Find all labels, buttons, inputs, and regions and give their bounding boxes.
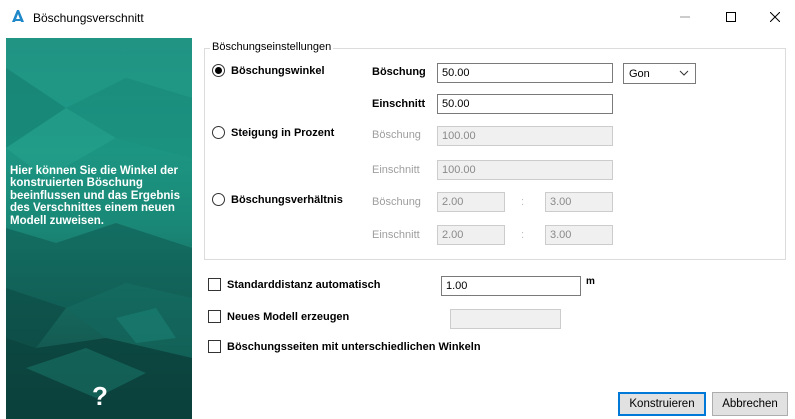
checkbox-label: Neues Modell erzeugen <box>227 310 350 323</box>
autodesk-a-logo-icon <box>12 10 24 22</box>
prozent-boeschung-input[interactable]: 100.00 <box>437 126 613 146</box>
checkbox-boeschungsseiten[interactable]: Böschungsseiten mit unterschiedlichen Wi… <box>208 340 481 353</box>
ratio-separator: : <box>521 229 525 241</box>
radio-button[interactable] <box>212 126 225 139</box>
boeschung-label: Böschung <box>372 66 426 78</box>
verhaeltnis-einschnitt-a-input[interactable]: 2.00 <box>437 225 505 245</box>
einschnitt-label: Einschnitt <box>372 164 420 176</box>
verhaeltnis-boeschung-b-input[interactable]: 3.00 <box>545 192 613 212</box>
chevron-down-icon <box>679 70 689 76</box>
sidebar-help-text: Hier können Sie die Winkel der konstruie… <box>10 165 180 227</box>
standarddistanz-input[interactable]: 1.00 <box>441 276 581 296</box>
radio-boeschungsverhaeltnis[interactable]: Böschungsverhältnis <box>212 193 343 206</box>
maximize-button[interactable] <box>708 0 754 34</box>
radio-button[interactable] <box>212 193 225 206</box>
settings-legend: Böschungseinstellungen <box>210 41 334 53</box>
boeschung-label: Böschung <box>372 129 421 141</box>
maximize-icon <box>726 12 736 22</box>
boeschung-label: Böschung <box>372 196 421 208</box>
checkbox[interactable] <box>208 340 221 353</box>
neues-modell-name-input[interactable] <box>450 309 561 329</box>
unit-meter-label: m <box>586 276 595 287</box>
einschnitt-label: Einschnitt <box>372 229 420 241</box>
konstruieren-button[interactable]: Konstruieren <box>618 392 706 416</box>
window-title: Böschungsverschnitt <box>33 11 144 25</box>
close-icon <box>770 12 780 22</box>
sidebar-image-panel: Hier können Sie die Winkel der konstruie… <box>6 38 192 419</box>
radio-label: Böschungsverhältnis <box>231 193 343 206</box>
minimize-icon <box>680 16 690 18</box>
verhaeltnis-boeschung-a-input[interactable]: 2.00 <box>437 192 505 212</box>
radio-button[interactable] <box>212 64 225 77</box>
checkbox[interactable] <box>208 310 221 323</box>
ratio-separator: : <box>521 196 525 208</box>
terrain-illustration <box>6 38 192 419</box>
radio-steigung-prozent[interactable]: Steigung in Prozent <box>212 126 334 139</box>
winkel-einschnitt-input[interactable]: 50.00 <box>437 94 613 114</box>
checkbox-label: Standarddistanz automatisch <box>227 278 381 291</box>
winkel-boeschung-input[interactable]: 50.00 <box>437 63 613 83</box>
radio-selected-dot <box>215 67 222 74</box>
einschnitt-label: Einschnitt <box>372 98 426 110</box>
close-button[interactable] <box>752 0 795 34</box>
checkbox-label: Böschungsseiten mit unterschiedlichen Wi… <box>227 340 481 353</box>
radio-label: Steigung in Prozent <box>231 126 335 139</box>
checkbox-neues-modell[interactable]: Neues Modell erzeugen <box>208 310 349 323</box>
prozent-einschnitt-input[interactable]: 100.00 <box>437 160 613 180</box>
title-bar: Böschungsverschnitt <box>0 0 795 34</box>
checkbox[interactable] <box>208 278 221 291</box>
abbrechen-button[interactable]: Abbrechen <box>712 392 788 416</box>
radio-boeschungswinkel[interactable]: Böschungswinkel <box>212 64 325 77</box>
minimize-button[interactable] <box>662 0 708 34</box>
radio-label: Böschungswinkel <box>231 64 325 77</box>
unit-select[interactable]: Gon <box>623 63 696 84</box>
checkbox-standarddistanz[interactable]: Standarddistanz automatisch <box>208 278 380 291</box>
unit-select-value: Gon <box>629 67 650 80</box>
help-question-icon[interactable]: ? <box>92 381 108 412</box>
verhaeltnis-einschnitt-b-input[interactable]: 3.00 <box>545 225 613 245</box>
